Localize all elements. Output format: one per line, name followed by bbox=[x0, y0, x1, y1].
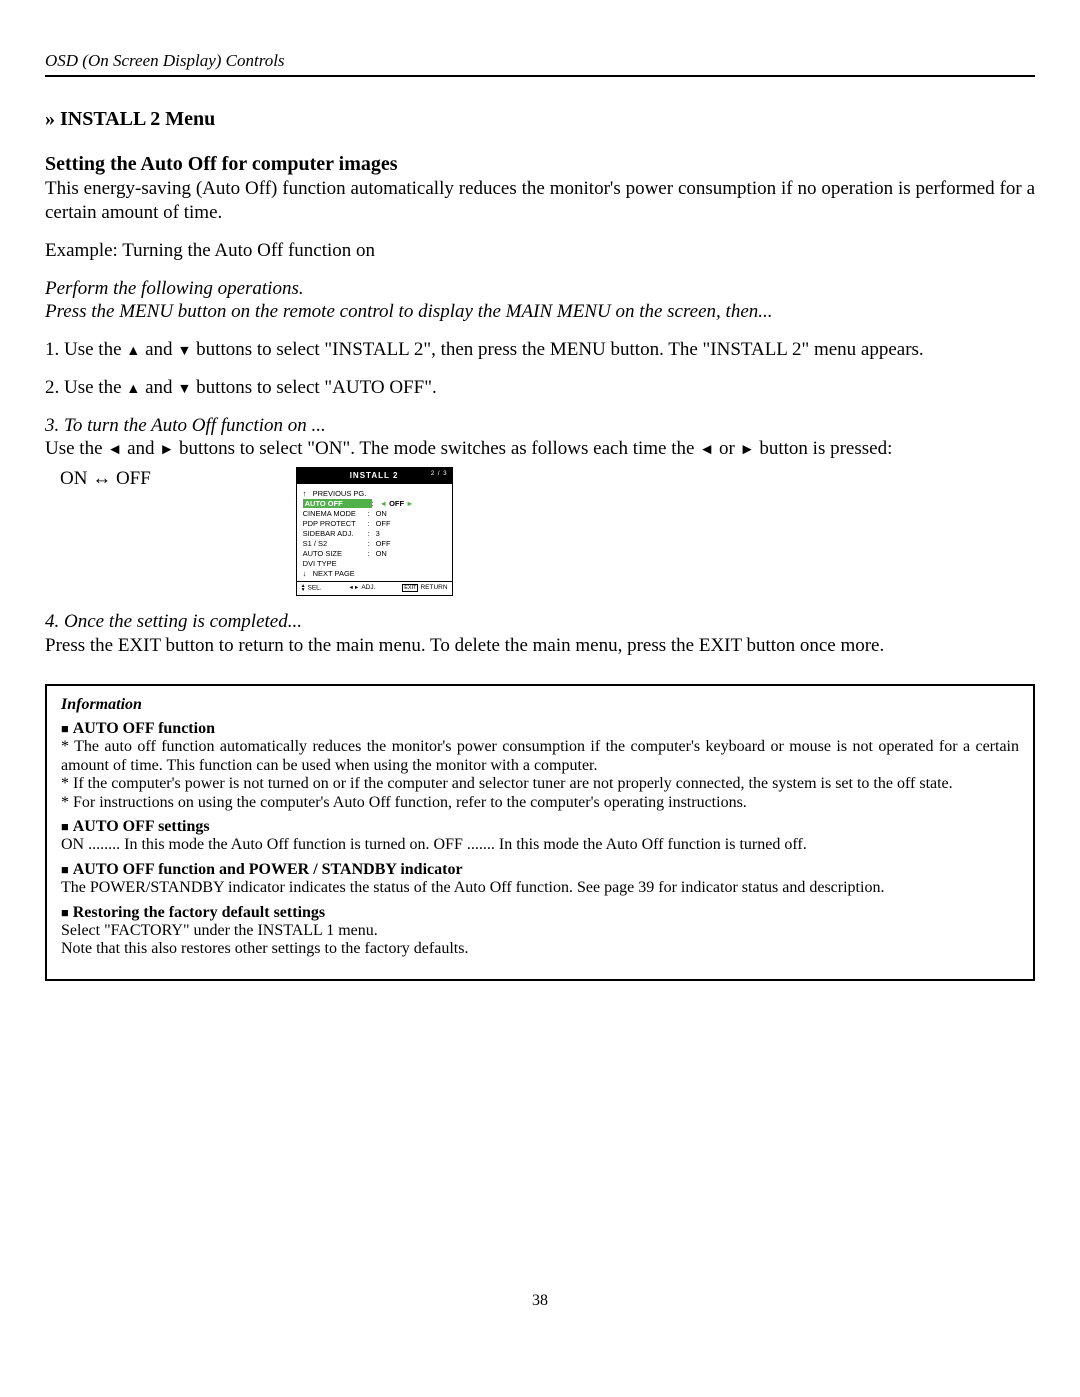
info-p4a: Select "FACTORY" under the INSTALL 1 men… bbox=[61, 922, 1019, 940]
osd-foot-return: RETURN bbox=[420, 584, 447, 591]
info-p1b: * If the computer's power is not turned … bbox=[61, 775, 1019, 793]
osd-row: SIDEBAR ADJ.:3 bbox=[303, 529, 446, 538]
osd-val: ON bbox=[376, 509, 387, 518]
step2-b: and bbox=[140, 377, 177, 398]
osd-menu-mock: INSTALL 2 2 / 3 ↑PREVIOUS PG. AUTO OFF:◄… bbox=[296, 467, 453, 596]
osd-foot-adj: ADJ. bbox=[361, 584, 375, 591]
right-icon bbox=[740, 438, 755, 459]
info-sub-3: AUTO OFF function and POWER / STANDBY in… bbox=[61, 861, 1019, 879]
page-header: OSD (On Screen Display) Controls bbox=[45, 50, 1035, 71]
osd-page-indicator: 2 / 3 bbox=[431, 471, 448, 478]
step-1: 1. Use the and buttons to select "INSTAL… bbox=[45, 338, 1035, 362]
osd-key: S1 / S2 bbox=[303, 539, 368, 548]
osd-row: DVI TYPE bbox=[303, 559, 446, 568]
exit-icon: EXIT bbox=[402, 584, 418, 592]
step3-d: or bbox=[714, 438, 739, 459]
leftright-icon bbox=[348, 584, 361, 591]
perform-line: Perform the following operations. bbox=[45, 277, 1035, 301]
square-icon bbox=[61, 861, 73, 878]
step-2: 2. Use the and buttons to select "AUTO O… bbox=[45, 376, 1035, 400]
osd-key: AUTO SIZE bbox=[303, 549, 368, 558]
page-number: 38 bbox=[45, 1291, 1035, 1311]
step3-a: Use the bbox=[45, 438, 107, 459]
step-3-heading: 3. To turn the Auto Off function on ... bbox=[45, 414, 1035, 438]
osd-val-selected: ◄ OFF ► bbox=[380, 499, 414, 508]
info-sub-1: AUTO OFF function bbox=[61, 720, 1019, 738]
example-line: Example: Turning the Auto Off function o… bbox=[45, 239, 1035, 263]
step-4-heading: 4. Once the setting is completed... bbox=[45, 610, 1035, 634]
info-sub3-text: AUTO OFF function and POWER / STANDBY in… bbox=[73, 861, 463, 878]
intro-paragraph: This energy-saving (Auto Off) function a… bbox=[45, 177, 1035, 225]
step3-e: button is pressed: bbox=[755, 438, 893, 459]
step3-b: and bbox=[122, 438, 159, 459]
step1-c: buttons to select "INSTALL 2", then pres… bbox=[191, 339, 923, 360]
square-icon bbox=[61, 818, 73, 835]
press-menu-line: Press the MENU button on the remote cont… bbox=[45, 300, 1035, 324]
info-sub2-text: AUTO OFF settings bbox=[73, 818, 210, 835]
osd-row: S1 / S2:OFF bbox=[303, 539, 446, 548]
step1-a: 1. Use the bbox=[45, 339, 126, 360]
down-icon bbox=[177, 339, 191, 360]
step-4-body: Press the EXIT button to return to the m… bbox=[45, 634, 1035, 658]
osd-prev-page: ↑PREVIOUS PG. bbox=[303, 489, 446, 498]
info-sub-2: AUTO OFF settings bbox=[61, 818, 1019, 836]
osd-key: SIDEBAR ADJ. bbox=[303, 529, 368, 538]
step1-b: and bbox=[140, 339, 177, 360]
info-sub4-text: Restoring the factory default settings bbox=[73, 904, 325, 921]
osd-val: 3 bbox=[376, 529, 380, 538]
osd-val: OFF bbox=[376, 519, 391, 528]
info-heading: Information bbox=[61, 696, 1019, 714]
step-3-body: Use the and buttons to select "ON". The … bbox=[45, 437, 1035, 461]
osd-next-label: NEXT PAGE bbox=[313, 569, 355, 578]
up-icon bbox=[126, 377, 140, 398]
square-icon bbox=[61, 904, 73, 921]
step2-c: buttons to select "AUTO OFF". bbox=[191, 377, 436, 398]
left-icon bbox=[699, 438, 714, 459]
osd-title: INSTALL 2 2 / 3 bbox=[297, 468, 452, 484]
info-p1c: * For instructions on using the computer… bbox=[61, 794, 1019, 812]
square-icon bbox=[61, 720, 73, 737]
up-icon bbox=[126, 339, 140, 360]
on-off-toggle-text: ON ↔ OFF bbox=[60, 468, 151, 489]
header-rule bbox=[45, 75, 1035, 77]
osd-val: OFF bbox=[376, 539, 391, 548]
down-icon bbox=[177, 377, 191, 398]
osd-footer: SEL. ADJ. EXITRETURN bbox=[297, 581, 452, 596]
osd-next-page: ↓NEXT PAGE bbox=[303, 569, 446, 578]
osd-val: ON bbox=[376, 549, 387, 558]
right-icon bbox=[159, 438, 174, 459]
osd-foot-sel: SEL. bbox=[308, 584, 322, 591]
osd-row: CINEMA MODE:ON bbox=[303, 509, 446, 518]
menu-heading: » INSTALL 2 Menu bbox=[45, 107, 1035, 132]
osd-key-selected: AUTO OFF bbox=[303, 499, 372, 508]
information-box: Information AUTO OFF function * The auto… bbox=[45, 684, 1035, 981]
osd-row-auto-off: AUTO OFF:◄ OFF ► bbox=[303, 499, 446, 508]
osd-row: PDP PROTECT:OFF bbox=[303, 519, 446, 528]
updown-icon bbox=[301, 584, 306, 592]
sub-heading: Setting the Auto Off for computer images bbox=[45, 152, 1035, 177]
left-icon bbox=[107, 438, 122, 459]
step2-a: 2. Use the bbox=[45, 377, 126, 398]
osd-key: PDP PROTECT bbox=[303, 519, 368, 528]
osd-prev-label: PREVIOUS PG. bbox=[313, 489, 367, 498]
info-sub1-text: AUTO OFF function bbox=[73, 720, 215, 737]
info-p2: ON ........ In this mode the Auto Off fu… bbox=[61, 836, 1019, 854]
osd-val0: OFF bbox=[389, 499, 404, 508]
info-sub-4: Restoring the factory default settings bbox=[61, 904, 1019, 922]
osd-title-text: INSTALL 2 bbox=[350, 471, 399, 480]
osd-key: CINEMA MODE bbox=[303, 509, 368, 518]
osd-row: AUTO SIZE:ON bbox=[303, 549, 446, 558]
step3-c: buttons to select "ON". The mode switche… bbox=[174, 438, 699, 459]
info-p3: The POWER/STANDBY indicator indicates th… bbox=[61, 879, 1019, 897]
osd-key: DVI TYPE bbox=[303, 559, 368, 568]
info-p4b: Note that this also restores other setti… bbox=[61, 940, 1019, 958]
osd-body: ↑PREVIOUS PG. AUTO OFF:◄ OFF ► CINEMA MO… bbox=[297, 484, 452, 581]
info-p1a: * The auto off function automatically re… bbox=[61, 738, 1019, 775]
